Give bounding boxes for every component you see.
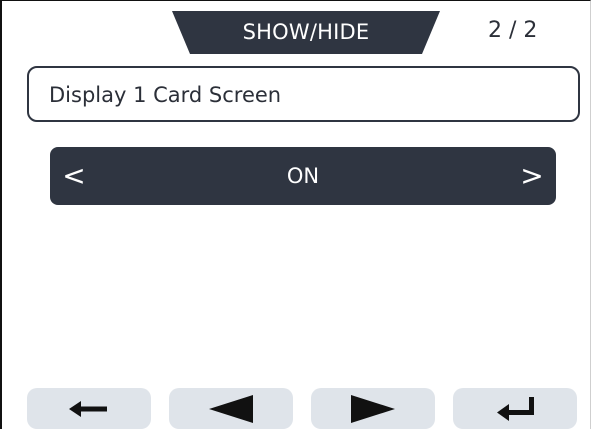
triangle-right-icon [349, 394, 397, 423]
next-button[interactable] [311, 388, 435, 429]
previous-button[interactable] [169, 388, 293, 429]
bottom-strip [0, 429, 593, 441]
page-indicator: 2 / 2 [488, 18, 538, 43]
back-arrow-icon [67, 399, 111, 419]
enter-return-icon [493, 395, 537, 423]
setting-name-label: Display 1 Card Screen [49, 83, 282, 107]
back-button[interactable] [27, 388, 151, 429]
bottom-nav-bar [0, 388, 593, 429]
triangle-left-icon [207, 394, 255, 423]
next-value-button[interactable]: > [512, 147, 552, 205]
enter-button[interactable] [453, 388, 577, 429]
screen-title: SHOW/HIDE [242, 20, 370, 44]
previous-value-button[interactable]: < [54, 147, 94, 205]
value-selector[interactable]: ON < > [50, 147, 556, 205]
header-tab: SHOW/HIDE [172, 11, 440, 54]
selected-value: ON [286, 164, 320, 188]
setting-name-field: Display 1 Card Screen [27, 66, 580, 122]
